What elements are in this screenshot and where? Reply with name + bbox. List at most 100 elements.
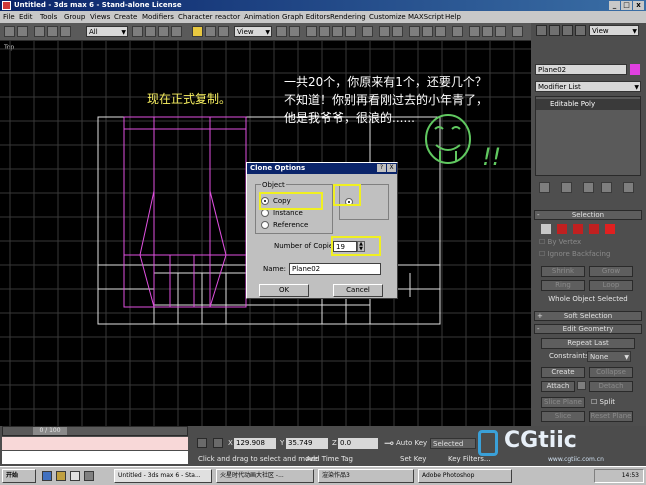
pivot-center-icon[interactable] bbox=[276, 26, 287, 37]
redo-icon[interactable] bbox=[17, 26, 28, 37]
object-color-swatch[interactable] bbox=[630, 64, 640, 75]
menu-tools[interactable]: Tools bbox=[40, 11, 57, 23]
menu-create[interactable]: Create bbox=[114, 11, 137, 23]
attach-list-icon[interactable] bbox=[577, 381, 586, 390]
pin-stack-icon[interactable] bbox=[539, 182, 550, 193]
lock-selection-icon[interactable] bbox=[197, 438, 207, 448]
soft-selection-rollout-header[interactable]: + Soft Selection bbox=[534, 311, 642, 321]
make-unique-icon[interactable] bbox=[583, 182, 594, 193]
ok-button[interactable]: OK bbox=[259, 284, 309, 297]
show-end-result-icon[interactable] bbox=[561, 182, 572, 193]
slice-button[interactable]: Slice bbox=[541, 411, 585, 422]
quicklaunch-ie-icon[interactable] bbox=[42, 471, 52, 481]
time-slider[interactable]: 0 / 100 bbox=[2, 426, 188, 436]
grow-button[interactable]: Grow bbox=[589, 266, 633, 277]
maxscript-listener[interactable] bbox=[2, 437, 188, 450]
maximize-button[interactable]: □ bbox=[621, 1, 632, 10]
unlink-icon[interactable] bbox=[47, 26, 58, 37]
ignore-backfacing-checkbox[interactable]: ☐ Ignore Backfacing bbox=[539, 250, 610, 258]
motion-tab-icon[interactable] bbox=[575, 25, 586, 36]
ring-button[interactable]: Ring bbox=[541, 280, 585, 291]
menu-views[interactable]: Views bbox=[90, 11, 110, 23]
curve-editor-icon[interactable] bbox=[422, 26, 433, 37]
minimize-button[interactable]: _ bbox=[609, 1, 620, 10]
loop-button[interactable]: Loop bbox=[589, 280, 633, 291]
element-mode-icon[interactable] bbox=[605, 224, 615, 234]
hierarchy-tab-icon[interactable] bbox=[562, 25, 573, 36]
by-vertex-checkbox[interactable]: ☐ By Vertex bbox=[539, 238, 581, 246]
mirror-icon[interactable] bbox=[379, 26, 390, 37]
rectangular-region-icon[interactable] bbox=[158, 26, 169, 37]
select-by-name-icon[interactable] bbox=[145, 26, 156, 37]
percent-snap-icon[interactable] bbox=[332, 26, 343, 37]
undo-icon[interactable] bbox=[4, 26, 15, 37]
repeat-last-button[interactable]: Repeat Last bbox=[541, 338, 635, 349]
bind-space-warp-icon[interactable] bbox=[60, 26, 71, 37]
key-mode-icon[interactable]: ⊸ bbox=[384, 436, 394, 450]
border-mode-icon[interactable] bbox=[573, 224, 583, 234]
edge-mode-icon[interactable] bbox=[557, 224, 567, 234]
set-key-button[interactable]: Set Key bbox=[400, 455, 426, 463]
detach-button[interactable]: Detach bbox=[589, 381, 633, 392]
layer-manager-icon[interactable] bbox=[409, 26, 420, 37]
menu-customize[interactable]: Customize bbox=[369, 11, 406, 23]
link-icon[interactable] bbox=[34, 26, 45, 37]
stack-item-editable-poly[interactable]: Editable Poly bbox=[536, 99, 640, 110]
menu-graph-editors[interactable]: Graph Editors bbox=[282, 11, 330, 23]
align-icon[interactable] bbox=[392, 26, 403, 37]
quicklaunch-app-icon[interactable] bbox=[84, 471, 94, 481]
menu-maxscript[interactable]: MAXScript bbox=[408, 11, 444, 23]
menu-help[interactable]: Help bbox=[445, 11, 461, 23]
help-button[interactable]: ? bbox=[377, 164, 386, 172]
cancel-button[interactable]: Cancel bbox=[333, 284, 383, 297]
select-scale-icon[interactable] bbox=[218, 26, 229, 37]
spinner-snap-icon[interactable] bbox=[345, 26, 356, 37]
z-coordinate-field[interactable]: 0.0 bbox=[338, 438, 378, 449]
polygon-mode-icon[interactable] bbox=[589, 224, 599, 234]
reference-coord-dropdown[interactable]: View ▼ bbox=[234, 26, 272, 37]
remove-modifier-icon[interactable] bbox=[601, 182, 612, 193]
select-move-icon[interactable] bbox=[192, 26, 203, 37]
create-button[interactable]: Create bbox=[541, 367, 585, 378]
slice-plane-button[interactable]: Slice Plane bbox=[541, 397, 585, 408]
reference-radio[interactable]: Reference bbox=[261, 220, 308, 230]
window-crossing-icon[interactable] bbox=[171, 26, 182, 37]
constraints-dropdown[interactable]: None ▼ bbox=[587, 351, 631, 362]
taskbar-item-folder[interactable]: 渲染作品3 bbox=[318, 469, 414, 483]
select-rotate-icon[interactable] bbox=[205, 26, 216, 37]
split-checkbox[interactable]: ☐ Split bbox=[591, 398, 615, 406]
named-selection-icon[interactable] bbox=[362, 26, 373, 37]
angle-snap-icon[interactable] bbox=[319, 26, 330, 37]
configure-sets-icon[interactable] bbox=[623, 182, 634, 193]
render-type-icon[interactable] bbox=[495, 26, 506, 37]
quick-render-active-icon[interactable] bbox=[512, 26, 523, 37]
menu-group[interactable]: Group bbox=[64, 11, 85, 23]
menu-animation[interactable]: Animation bbox=[244, 11, 280, 23]
selection-rollout-header[interactable]: - Selection bbox=[534, 210, 642, 220]
clock[interactable]: 14:53 bbox=[622, 472, 639, 479]
close-button[interactable]: x bbox=[633, 1, 644, 10]
quicklaunch-folder-icon[interactable] bbox=[56, 471, 66, 481]
collapse-button[interactable]: Collapse bbox=[589, 367, 633, 378]
select-manipulate-icon[interactable] bbox=[289, 26, 300, 37]
absolute-mode-icon[interactable] bbox=[213, 438, 223, 448]
key-set-dropdown[interactable]: Selected bbox=[430, 438, 476, 449]
time-slider-thumb[interactable]: 0 / 100 bbox=[33, 427, 67, 435]
maxscript-input[interactable] bbox=[2, 451, 188, 464]
add-time-tag-button[interactable]: Add Time Tag bbox=[306, 455, 353, 463]
reset-plane-button[interactable]: Reset Plane bbox=[589, 411, 633, 422]
x-coordinate-field[interactable]: 129.908 bbox=[234, 438, 276, 449]
quicklaunch-desktop-icon[interactable] bbox=[70, 471, 80, 481]
panel-view-dropdown[interactable]: View ▼ bbox=[589, 25, 639, 36]
edit-geometry-rollout-header[interactable]: - Edit Geometry bbox=[534, 324, 642, 334]
taskbar-item-browser[interactable]: 火星时代动画大社区 -... bbox=[216, 469, 314, 483]
shrink-button[interactable]: Shrink bbox=[541, 266, 585, 277]
snap-toggle-icon[interactable] bbox=[306, 26, 317, 37]
vertex-mode-icon[interactable] bbox=[541, 224, 551, 234]
menu-edit[interactable]: Edit bbox=[19, 11, 33, 23]
start-button[interactable]: 开始 bbox=[2, 469, 36, 483]
object-name-field[interactable]: Plane02 bbox=[535, 64, 627, 75]
taskbar-item-3dsmax[interactable]: Untitled - 3ds max 6 - Sta... bbox=[114, 469, 212, 483]
menu-reactor[interactable]: reactor bbox=[215, 11, 240, 23]
quick-render-icon[interactable] bbox=[482, 26, 493, 37]
